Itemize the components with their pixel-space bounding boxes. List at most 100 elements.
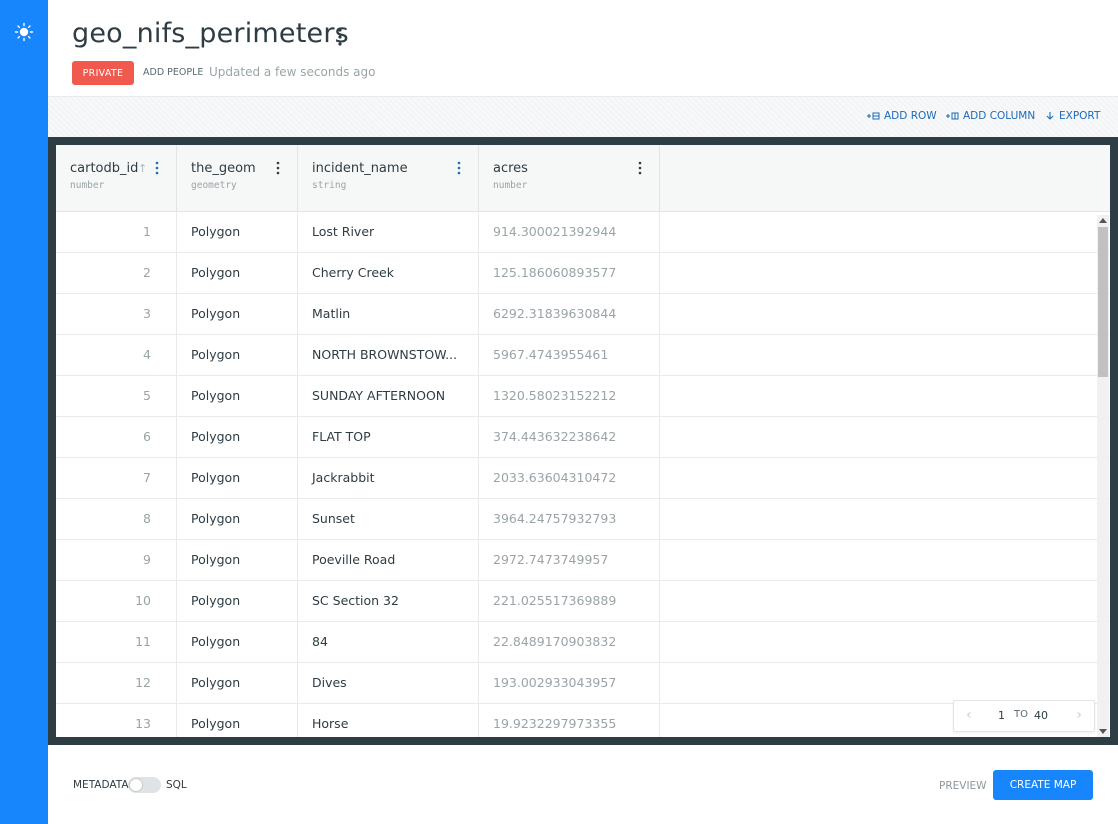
column-header-the-geom[interactable]: the_geom geometry [177, 145, 298, 211]
cell-the-geom[interactable]: Polygon [177, 499, 298, 539]
column-menu-icon[interactable] [452, 160, 466, 176]
cell-the-geom[interactable]: Polygon [177, 294, 298, 334]
next-page-icon[interactable]: › [1076, 707, 1082, 723]
cell-acres[interactable]: 914.300021392944 [479, 212, 660, 252]
table-row[interactable]: 10 Polygon SC Section 32 221.025517369889 [56, 581, 1110, 622]
dataset-title[interactable]: geo_nifs_perimeters [72, 18, 349, 49]
cell-cartodb-id[interactable]: 12 [56, 663, 177, 703]
cell-acres[interactable]: 125.186060893577 [479, 253, 660, 293]
cell-incident-name[interactable]: Matlin [298, 294, 479, 334]
cell-incident-name[interactable]: Cherry Creek [298, 253, 479, 293]
cell-cartodb-id[interactable]: 4 [56, 335, 177, 375]
vertical-scrollbar[interactable] [1097, 215, 1109, 737]
column-menu-icon[interactable] [633, 160, 647, 176]
cell-cartodb-id[interactable]: 11 [56, 622, 177, 662]
scrollbar-thumb[interactable] [1098, 227, 1108, 377]
cell-acres[interactable]: 6292.31839630844 [479, 294, 660, 334]
add-row-label: ADD ROW [884, 110, 937, 122]
table-row[interactable]: 12 Polygon Dives 193.002933043957 [56, 663, 1110, 704]
cell-incident-name[interactable]: SUNDAY AFTERNOON [298, 376, 479, 416]
scroll-up-arrow-icon[interactable] [1099, 218, 1107, 223]
cell-cartodb-id[interactable]: 6 [56, 417, 177, 457]
cell-the-geom[interactable]: Polygon [177, 458, 298, 498]
metadata-sql-toggle[interactable] [128, 777, 161, 793]
column-menu-icon[interactable] [271, 160, 285, 176]
cell-the-geom[interactable]: Polygon [177, 663, 298, 703]
cell-incident-name[interactable]: Jackrabbit [298, 458, 479, 498]
cell-acres[interactable]: 221.025517369889 [479, 581, 660, 621]
dataset-options-icon[interactable] [330, 26, 350, 48]
cell-cartodb-id[interactable]: 2 [56, 253, 177, 293]
privacy-button[interactable]: PRIVATE [72, 61, 134, 85]
table-row[interactable]: 7 Polygon Jackrabbit 2033.63604310472 [56, 458, 1110, 499]
cell-acres[interactable]: 5967.4743955461 [479, 335, 660, 375]
cell-the-geom[interactable]: Polygon [177, 376, 298, 416]
add-column-icon [946, 112, 959, 120]
cell-acres[interactable]: 2972.7473749957 [479, 540, 660, 580]
carto-logo-icon[interactable] [14, 22, 34, 42]
data-table: cartodb_id number ↑ the_geom geometry in… [56, 145, 1110, 737]
table-row[interactable]: 11 Polygon 84 22.8489170903832 [56, 622, 1110, 663]
cell-the-geom[interactable]: Polygon [177, 335, 298, 375]
cell-incident-name[interactable]: SC Section 32 [298, 581, 479, 621]
cell-cartodb-id[interactable]: 10 [56, 581, 177, 621]
cell-acres[interactable]: 22.8489170903832 [479, 622, 660, 662]
cell-the-geom[interactable]: Polygon [177, 417, 298, 457]
table-row[interactable]: 6 Polygon FLAT TOP 374.443632238642 [56, 417, 1110, 458]
cell-incident-name[interactable]: Poeville Road [298, 540, 479, 580]
cell-incident-name[interactable]: Dives [298, 663, 479, 703]
page-range-separator: TO [1014, 709, 1028, 720]
table-row[interactable]: 13 Polygon Horse 19.9232297973355 [56, 704, 1110, 737]
export-button[interactable]: EXPORT [1045, 110, 1100, 122]
scroll-down-arrow-icon[interactable] [1099, 729, 1107, 734]
column-header-cartodb-id[interactable]: cartodb_id number ↑ [56, 145, 177, 211]
table-row[interactable]: 4 Polygon NORTH BROWNSTOW... 5967.474395546… [56, 335, 1110, 376]
cell-the-geom[interactable]: Polygon [177, 212, 298, 252]
cell-cartodb-id[interactable]: 3 [56, 294, 177, 334]
create-map-button[interactable]: CREATE MAP [993, 770, 1093, 800]
cell-cartodb-id[interactable]: 9 [56, 540, 177, 580]
cell-cartodb-id[interactable]: 8 [56, 499, 177, 539]
cell-incident-name[interactable]: Horse [298, 704, 479, 737]
cell-incident-name[interactable]: Lost River [298, 212, 479, 252]
cell-acres[interactable]: 19.9232297973355 [479, 704, 660, 737]
table-row[interactable]: 1 Polygon Lost River 914.300021392944 [56, 212, 1110, 253]
cell-acres[interactable]: 3964.24757932793 [479, 499, 660, 539]
add-row-button[interactable]: ADD ROW [866, 110, 937, 122]
cell-incident-name[interactable]: NORTH BROWNSTOW... [298, 335, 479, 375]
column-type: number [70, 180, 105, 191]
table-row[interactable]: 5 Polygon SUNDAY AFTERNOON 1320.58023152212 [56, 376, 1110, 417]
toggle-knob [129, 778, 143, 792]
table-row[interactable]: 9 Polygon Poeville Road 2972.7473749957 [56, 540, 1110, 581]
cell-incident-name[interactable]: FLAT TOP [298, 417, 479, 457]
sql-toggle-label: SQL [166, 779, 187, 791]
cell-acres[interactable]: 1320.58023152212 [479, 376, 660, 416]
pagination-control: ‹ 1 TO 40 › [953, 700, 1095, 732]
table-row[interactable]: 2 Polygon Cherry Creek 125.186060893577 [56, 253, 1110, 294]
table-row[interactable]: 8 Polygon Sunset 3964.24757932793 [56, 499, 1110, 540]
column-name: acres [493, 161, 528, 176]
column-header-acres[interactable]: acres number [479, 145, 660, 211]
cell-incident-name[interactable]: Sunset [298, 499, 479, 539]
cell-cartodb-id[interactable]: 7 [56, 458, 177, 498]
cell-cartodb-id[interactable]: 13 [56, 704, 177, 737]
add-people-link[interactable]: ADD PEOPLE [143, 67, 203, 78]
cell-the-geom[interactable]: Polygon [177, 253, 298, 293]
cell-acres[interactable]: 193.002933043957 [479, 663, 660, 703]
cell-the-geom[interactable]: Polygon [177, 581, 298, 621]
column-header-incident-name[interactable]: incident_name string [298, 145, 479, 211]
preview-button[interactable]: PREVIEW [939, 780, 987, 792]
sort-ascending-icon[interactable]: ↑ [138, 162, 147, 175]
add-column-button[interactable]: ADD COLUMN [945, 110, 1035, 122]
table-row[interactable]: 3 Polygon Matlin 6292.31839630844 [56, 294, 1110, 335]
cell-the-geom[interactable]: Polygon [177, 622, 298, 662]
cell-the-geom[interactable]: Polygon [177, 540, 298, 580]
previous-page-icon[interactable]: ‹ [966, 707, 972, 723]
cell-cartodb-id[interactable]: 1 [56, 212, 177, 252]
cell-acres[interactable]: 374.443632238642 [479, 417, 660, 457]
cell-cartodb-id[interactable]: 5 [56, 376, 177, 416]
cell-acres[interactable]: 2033.63604310472 [479, 458, 660, 498]
cell-the-geom[interactable]: Polygon [177, 704, 298, 737]
cell-incident-name[interactable]: 84 [298, 622, 479, 662]
column-menu-icon[interactable] [150, 160, 164, 176]
